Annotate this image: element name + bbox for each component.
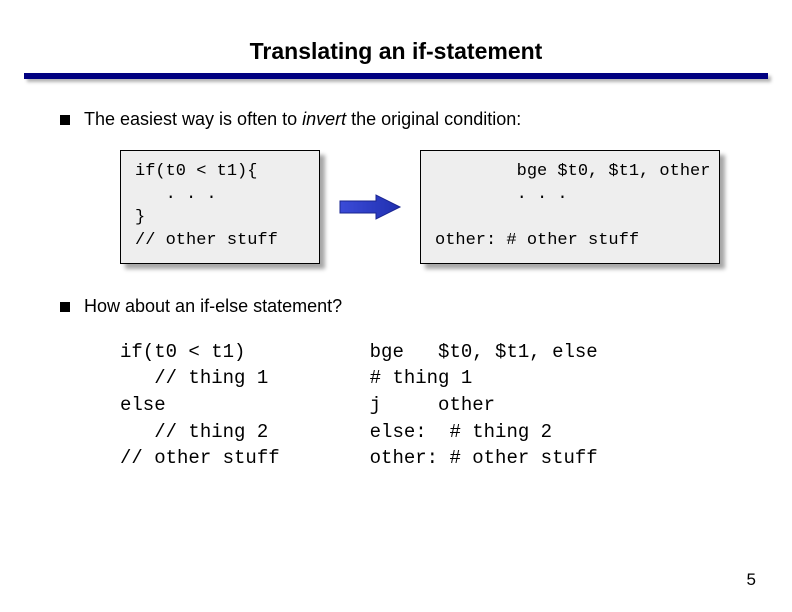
bullet-1-part-a: The easiest way is often to bbox=[84, 109, 302, 129]
code-asm-ifelse: bge $t0, $t1, else # thing 1 j other els… bbox=[370, 339, 598, 472]
arrow-container bbox=[320, 193, 420, 221]
page-number: 5 bbox=[747, 570, 756, 590]
code-row-2: if(t0 < t1) // thing 1 else // thing 2 /… bbox=[120, 339, 752, 472]
slide-content: The easiest way is often to invert the o… bbox=[0, 79, 792, 472]
bullet-1-italic: invert bbox=[302, 109, 346, 129]
bullet-marker bbox=[60, 115, 70, 125]
bullet-1-text: The easiest way is often to invert the o… bbox=[84, 109, 521, 130]
arrow-right-icon bbox=[338, 193, 402, 221]
bullet-1: The easiest way is often to invert the o… bbox=[60, 109, 752, 130]
code-row-1: if(t0 < t1){ . . . } // other stuff bge … bbox=[120, 150, 752, 264]
bullet-2: How about an if-else statement? bbox=[60, 296, 752, 317]
bullet-marker bbox=[60, 302, 70, 312]
slide-title: Translating an if-statement bbox=[0, 0, 792, 73]
bullet-1-part-c: the original condition: bbox=[346, 109, 521, 129]
code-box-c-if: if(t0 < t1){ . . . } // other stuff bbox=[120, 150, 320, 264]
code-c-ifelse: if(t0 < t1) // thing 1 else // thing 2 /… bbox=[120, 339, 280, 472]
bullet-2-text: How about an if-else statement? bbox=[84, 296, 342, 317]
code-box-asm-if: bge $t0, $t1, other . . . other: # other… bbox=[420, 150, 720, 264]
